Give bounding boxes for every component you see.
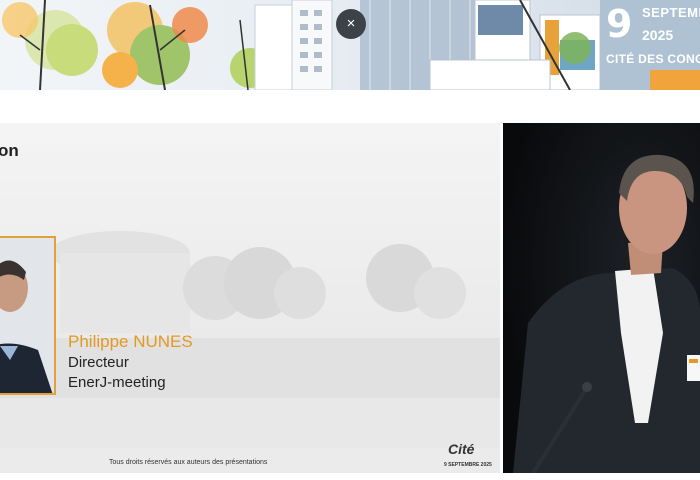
speaker-organization: EnerJ-meeting bbox=[68, 374, 166, 391]
speaker-name: Philippe NUNES bbox=[68, 332, 193, 351]
speaker-video[interactable] bbox=[503, 123, 700, 473]
event-day: 9 bbox=[606, 2, 633, 46]
logo-date: 9 SEPTEMBRE 2025 bbox=[444, 462, 492, 468]
slide-title: on bbox=[0, 141, 19, 160]
event-banner: × 9 SEPTEMBRE 2025 CITÉ DES CONGRÈS bbox=[0, 0, 700, 90]
slide-background-image bbox=[0, 123, 500, 473]
bottom-margin bbox=[0, 473, 700, 480]
event-year: 2025 bbox=[642, 27, 674, 43]
event-venue: CITÉ DES CONGRÈS bbox=[606, 52, 700, 66]
speaker-photo bbox=[0, 236, 56, 395]
close-icon: × bbox=[346, 15, 356, 32]
copyright-notice: Tous droits réservés aux auteurs des pré… bbox=[109, 459, 268, 466]
close-banner-button[interactable]: × bbox=[336, 9, 366, 39]
presentation-slide: on Philippe NUNES Directeur EnerJ-meetin… bbox=[0, 123, 500, 473]
logo-word: Cité bbox=[448, 441, 475, 457]
cite-logo: Cité 9 SEPTEMBRE 2025 bbox=[444, 441, 492, 471]
event-month: SEPTEMBRE bbox=[642, 5, 700, 20]
speaker-video-frame bbox=[503, 123, 700, 473]
speaker-role: Directeur bbox=[68, 354, 129, 371]
